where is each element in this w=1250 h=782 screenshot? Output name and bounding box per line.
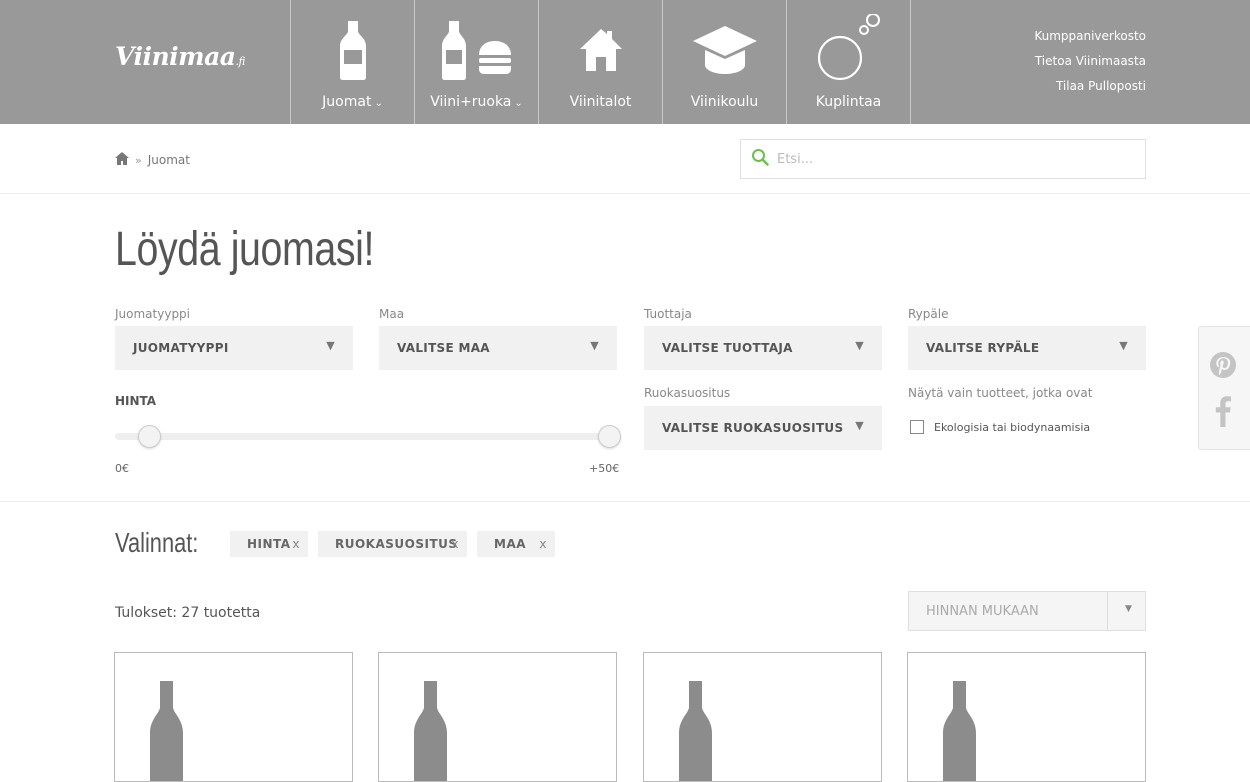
filter-label-tuottaja: Tuottaja [644,307,692,321]
product-card[interactable] [643,652,882,782]
eco-checkbox[interactable] [910,420,924,434]
chip-maa-label: MAA [494,537,527,551]
price-slider-min-handle[interactable] [138,425,161,448]
chevron-down-icon: ⌄ [374,98,383,109]
select-ruokasuositus[interactable]: VALITSE RUOKASUOSITUS ▼ [644,406,882,450]
nav-label-juomat: Juomat [322,94,372,110]
graduation-cap-icon [663,14,786,86]
results-count: Tulokset: 27 tuotetta [115,605,261,621]
filter-label-juomatyyppi: Juomatyyppi [115,307,191,321]
utility-link-pulloposti[interactable]: Tilaa Pulloposti [1034,74,1146,99]
utility-link-tietoa[interactable]: Tietoa Viinimaasta [1034,49,1146,74]
select-maa-value: VALITSE MAA [397,341,490,355]
bottle-icon [943,681,976,781]
search-icon[interactable] [751,148,769,170]
caret-down-icon: ▼ [855,339,864,352]
price-slider-track[interactable] [115,433,617,440]
pinterest-icon[interactable] [1209,351,1237,379]
select-rypale-value: VALITSE RYPÄLE [926,341,1040,355]
search-input[interactable] [777,151,1117,167]
chip-hinta: HINTA x [230,531,308,557]
bottle-icon [291,14,414,86]
nav-item-viini-ruoka[interactable]: Viini+ruoka ⌄ [415,0,539,124]
chip-maa: MAA x [477,531,555,557]
bubbles-icon [787,14,910,86]
chip-ruokasuositus: RUOKASUOSITUS x [318,531,467,557]
section-divider [0,501,1250,502]
product-card[interactable] [907,652,1146,782]
logo-suffix[interactable]: .fi [235,55,245,68]
price-label: HINTA [115,394,157,408]
chip-remove-icon[interactable]: x [451,537,459,551]
search-box [740,139,1146,179]
caret-down-icon: ▼ [1125,604,1132,614]
caret-down-icon: ▼ [326,339,335,352]
product-card[interactable] [114,652,353,782]
chip-remove-icon[interactable]: x [539,537,547,551]
select-rypale[interactable]: VALITSE RYPÄLE ▼ [908,326,1146,370]
facebook-icon[interactable] [1215,395,1231,427]
main-nav: Juomat ⌄ Viini+ruoka ⌄ Viinitalot Viinik… [290,0,911,124]
filter-label-ruokasuositus: Ruokasuositus [644,386,731,400]
nav-label-viinikoulu: Viinikoulu [690,94,759,110]
social-share-bar [1198,326,1250,450]
nav-label-kuplintaa: Kuplintaa [815,94,882,110]
nav-item-viinikoulu[interactable]: Viinikoulu [663,0,787,124]
bottle-burger-icon [415,14,538,86]
site-header: Viinimaa.fi Juomat ⌄ Viini+ruoka ⌄ Viini… [0,0,1250,124]
sort-select[interactable]: HINNAN MUKAAN ▼ [908,591,1146,631]
sort-select-value: HINNAN MUKAAN [926,603,1039,619]
product-card[interactable] [378,652,617,782]
eco-checkbox-row[interactable]: Ekologisia tai biodynaamisia [910,420,1090,434]
bottle-icon [150,681,183,781]
selections-title: Valinnat: [115,527,199,558]
nav-item-juomat[interactable]: Juomat ⌄ [291,0,415,124]
price-max-label: +50€ [589,462,620,475]
select-juomatyyppi-value: JUOMATYYPPI [133,341,229,355]
chip-remove-icon[interactable]: x [292,537,300,551]
logo-text[interactable]: Viinimaa [115,42,236,71]
price-slider-max-handle[interactable] [598,425,621,448]
house-icon [539,14,662,86]
price-min-label: 0€ [115,462,129,475]
caret-down-icon: ▼ [590,339,599,352]
caret-down-icon: ▼ [1119,339,1128,352]
chip-hinta-label: HINTA [247,537,291,551]
utility-link-kumppaniverkosto[interactable]: Kumppaniverkosto [1034,24,1146,49]
nav-label-viinitalot: Viinitalot [569,94,632,110]
breadcrumb-bar: » Juomat [0,124,1250,194]
bottle-icon [679,681,712,781]
filter-label-rypale: Rypäle [908,307,949,321]
chip-ruokasuositus-label: RUOKASUOSITUS [335,537,458,551]
home-icon[interactable] [115,152,129,168]
bottle-icon [414,681,447,781]
breadcrumb-separator: » [135,153,142,167]
nav-label-viini-ruoka: Viini+ruoka [430,94,512,110]
breadcrumb-current[interactable]: Juomat [148,153,190,167]
select-juomatyyppi[interactable]: JUOMATYYPPI ▼ [115,326,353,370]
select-maa[interactable]: VALITSE MAA ▼ [379,326,617,370]
nav-item-viinitalot[interactable]: Viinitalot [539,0,663,124]
site-logo[interactable]: Viinimaa.fi [115,42,246,71]
select-tuottaja[interactable]: VALITSE TUOTTAJA ▼ [644,326,882,370]
sort-divider [1107,592,1108,630]
caret-down-icon: ▼ [855,419,864,432]
filter-label-nayta: Näytä vain tuotteet, jotka ovat [908,386,1093,400]
select-ruokasuositus-value: VALITSE RUOKASUOSITUS [662,421,844,435]
eco-checkbox-label: Ekologisia tai biodynaamisia [934,420,1091,434]
page-title: Löydä juomasi! [115,223,375,276]
select-tuottaja-value: VALITSE TUOTTAJA [662,341,793,355]
utility-links: Kumppaniverkosto Tietoa Viinimaasta Tila… [1034,24,1146,99]
nav-item-kuplintaa[interactable]: Kuplintaa [787,0,911,124]
chevron-down-icon: ⌄ [514,98,523,109]
breadcrumb: » Juomat [115,152,190,168]
filter-label-maa: Maa [379,307,405,321]
